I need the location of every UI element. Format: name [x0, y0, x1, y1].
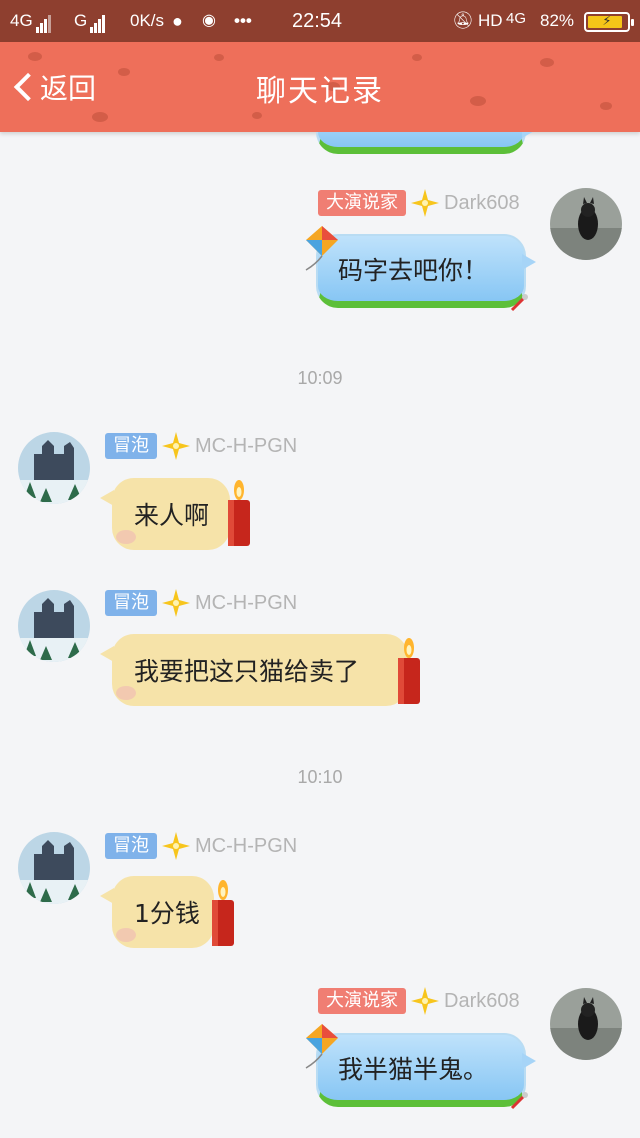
castle-avatar-icon [18, 590, 90, 662]
sender-name: MC-H-PGN [195, 834, 298, 857]
message-bubble[interactable]: 来人啊 [100, 478, 230, 550]
network-g: G [74, 11, 106, 33]
signal-icon [35, 13, 52, 33]
candle-icon [212, 880, 234, 946]
net-speed: 0K/s [130, 11, 165, 30]
candle-icon [398, 638, 420, 704]
star-icon [162, 432, 190, 460]
message-meta: 冒泡 MC-H-PGN [105, 589, 297, 617]
mute-bell-icon: 🔕︎ [452, 11, 474, 30]
title-badge: 冒泡 [105, 590, 157, 616]
title-badge: 大演说家 [318, 988, 406, 1014]
avatar[interactable] [18, 832, 90, 904]
title-badge: 冒泡 [105, 833, 157, 859]
network-4g-2: 4G [506, 10, 527, 27]
star-icon [411, 987, 439, 1015]
avatar[interactable] [550, 188, 622, 260]
message-text: 1分钱 [134, 899, 200, 928]
cat-avatar-icon [550, 988, 622, 1060]
message-meta: 冒泡 MC-H-PGN [105, 832, 297, 860]
network-4g: 4G [10, 11, 52, 33]
battery-percent: 82% [540, 11, 575, 30]
cat-avatar-icon [550, 188, 622, 260]
star-icon [162, 589, 190, 617]
title-badge: 冒泡 [105, 433, 157, 459]
message-bubble[interactable]: 我半猫半鬼。 [316, 1033, 536, 1107]
sender-name: MC-H-PGN [195, 591, 298, 614]
app-notification-icon: ● [172, 11, 183, 31]
more-icon: ••• [234, 11, 252, 30]
network-4g-label: 4G [10, 11, 33, 30]
message-bubble[interactable]: 1分钱 [100, 876, 214, 948]
status-bar: 4G G 0K/s ● ◉ ••• 22:54 🔕︎ HD 4G 82% ⚡︎ [0, 0, 640, 42]
battery-icon: ⚡︎ [584, 12, 634, 32]
clock: 22:54 [292, 10, 343, 32]
sender-name: Dark608 [444, 989, 520, 1012]
message-text: 码字去吧你！ [338, 255, 489, 285]
castle-avatar-icon [18, 832, 90, 904]
kite-icon [305, 1024, 338, 1069]
message-meta: 大演说家 Dark608 [318, 189, 520, 217]
pin-icon [510, 1092, 528, 1110]
star-icon [162, 832, 190, 860]
timestamp: 10:09 [297, 368, 343, 388]
sender-name: Dark608 [444, 191, 520, 214]
timestamp: 10:10 [297, 767, 343, 787]
chat-history[interactable]: 大演说家 Dark608 码字去吧你！ 10:09 冒泡 MC-H-PGN 来人… [0, 132, 640, 1138]
candle-icon [228, 480, 250, 546]
message-text: 我要把这只猫给卖了 [134, 657, 360, 686]
message-text: 来人啊 [134, 501, 210, 530]
message-text: 我半猫半鬼。 [338, 1054, 489, 1084]
avatar[interactable] [18, 590, 90, 662]
hd-label: HD [478, 11, 503, 30]
castle-avatar-icon [18, 432, 90, 504]
kite-icon [305, 226, 338, 271]
sender-name: MC-H-PGN [195, 434, 298, 457]
nav-bar: 返回 聊天记录 [0, 42, 640, 132]
signal-icon [90, 13, 106, 33]
message-bubble[interactable]: 我要把这只猫给卖了 [100, 634, 408, 706]
pin-icon [510, 294, 528, 312]
message-meta: 冒泡 MC-H-PGN [105, 432, 297, 460]
star-icon [411, 189, 439, 217]
title-badge: 大演说家 [318, 190, 406, 216]
message-bubble[interactable]: 码字去吧你！ [316, 234, 536, 308]
network-g-label: G [74, 11, 88, 30]
avatar[interactable] [550, 988, 622, 1060]
message-bubble-partial[interactable] [316, 132, 536, 154]
avatar[interactable] [18, 432, 90, 504]
message-meta: 大演说家 Dark608 [318, 987, 520, 1015]
wechat-icon: ◉ [202, 12, 216, 29]
page-title: 聊天记录 [256, 74, 384, 109]
